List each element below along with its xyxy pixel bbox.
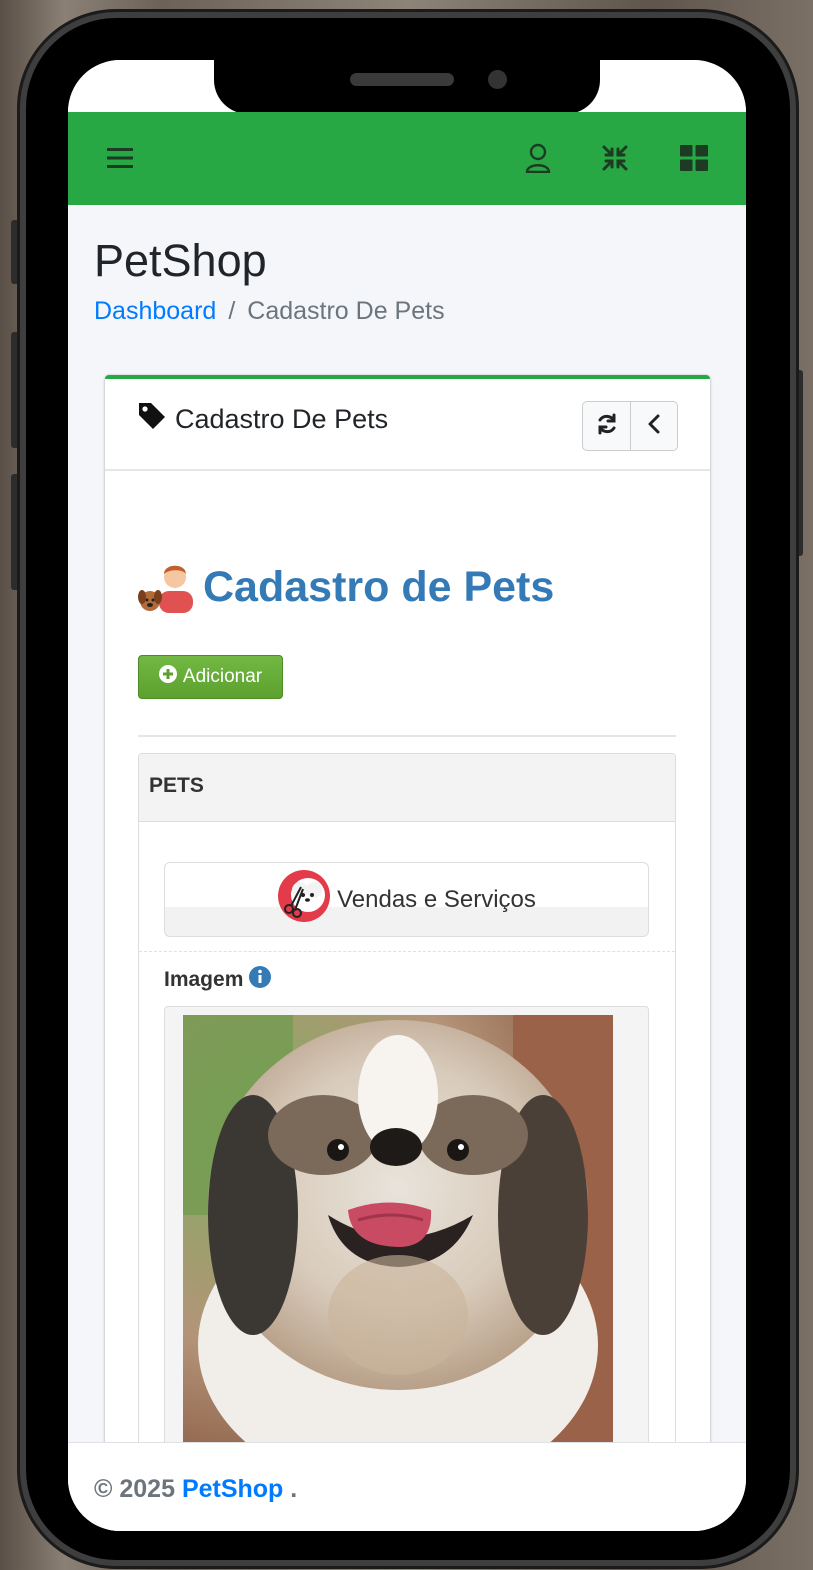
panel-heading: PETS (139, 754, 675, 822)
footer: © 2025 PetShop . (68, 1442, 746, 1531)
dotted-divider (139, 951, 675, 952)
card-header: Cadastro De Pets (105, 379, 710, 471)
user-icon[interactable] (522, 142, 554, 174)
pets-panel: PETS Vendas e Serviços Imagem (138, 753, 676, 1531)
refresh-button[interactable] (583, 402, 630, 450)
front-camera (488, 70, 507, 89)
top-navbar (68, 112, 746, 205)
card-title: Cadastro De Pets (137, 401, 388, 438)
hamburger-icon[interactable] (104, 142, 136, 174)
sales-services-label: Vendas e Serviços (337, 885, 536, 913)
back-button[interactable] (630, 402, 677, 450)
phone-screen: PetShop Dashboard / Cadastro De Pets Cadas… (68, 60, 746, 1531)
divider (138, 735, 676, 737)
form-heading: Cadastro de Pets (137, 557, 554, 618)
tag-icon (137, 401, 167, 438)
form-heading-text: Cadastro de Pets (203, 563, 555, 611)
chevron-left-icon (646, 413, 662, 440)
footer-text: © 2025 PetShop . (94, 1475, 297, 1504)
breadcrumb-separator: / (228, 297, 236, 325)
notch (214, 60, 600, 114)
info-icon[interactable] (249, 966, 272, 994)
vet-with-dog-icon (137, 557, 193, 618)
footer-copyright: © 2025 (94, 1475, 175, 1503)
grooming-icon (277, 869, 331, 930)
compress-icon[interactable] (599, 142, 631, 174)
footer-suffix: . (290, 1475, 298, 1503)
add-button[interactable]: Adicionar (138, 655, 283, 699)
card-title-text: Cadastro De Pets (175, 404, 389, 434)
breadcrumb-dashboard-link[interactable]: Dashboard (94, 297, 216, 325)
pets-card: Cadastro De Pets Cadastro de Pets Adicio… (105, 375, 710, 1531)
grid-icon[interactable] (678, 142, 710, 174)
breadcrumb: Dashboard / Cadastro De Pets (94, 297, 445, 326)
sales-services-button[interactable]: Vendas e Serviços (164, 862, 649, 937)
image-label-text: Imagem (164, 968, 244, 991)
speaker (350, 73, 454, 86)
footer-brand-link[interactable]: PetShop (182, 1475, 283, 1503)
image-label: Imagem (164, 966, 272, 994)
page-title: PetShop (94, 235, 267, 286)
refresh-icon (595, 412, 619, 441)
pet-photo (183, 1015, 613, 1445)
breadcrumb-current: Cadastro De Pets (247, 297, 445, 325)
plus-circle-icon (158, 665, 177, 689)
card-tools (582, 401, 678, 451)
add-button-label: Adicionar (182, 666, 263, 687)
